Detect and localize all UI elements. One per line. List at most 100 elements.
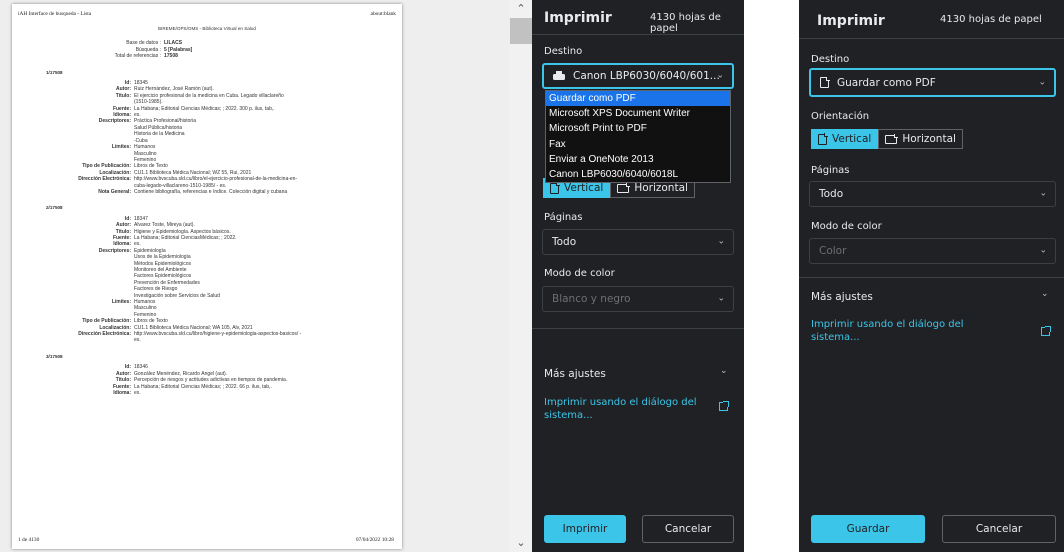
search-meta-row: Total de referencias :17508	[12, 53, 402, 59]
cancel-button[interactable]: Cancelar	[942, 515, 1056, 543]
record-field-value: Humanos Masculino Femenino	[134, 299, 364, 318]
print-panel-printer: Imprimir 4130 hojas de papel Destino Can…	[532, 0, 744, 552]
section-divider	[799, 277, 1064, 278]
sheet-count: 4130 hojas de papel	[650, 12, 721, 34]
pages-label: Páginas	[811, 165, 850, 176]
destination-select[interactable]: Canon LBP6030/6040/601... ⌄	[542, 63, 734, 89]
record-field-key: Título:	[115, 92, 131, 99]
document-icon	[818, 133, 828, 145]
system-dialog-link[interactable]: Imprimir usando el diálogo del sistema..…	[811, 318, 964, 344]
record-field-key: Límites:	[111, 299, 131, 306]
print-preview-area: iAH Interface de busqueda - Lista about:…	[0, 0, 510, 552]
search-meta: Base de datos : LILACS Búsqueda :5 [Palabr…	[12, 40, 402, 59]
destination-option[interactable]: Canon LBP6030/6040/6018L	[546, 167, 730, 182]
page-subtitle: BIREME/OPS/OMS - Biblioteca Virtual en S…	[158, 26, 256, 31]
destination-option[interactable]: Enviar a OneNote 2013	[546, 152, 730, 167]
chevron-down-icon: ⌄	[1039, 188, 1047, 199]
record-number: 1/17508	[46, 69, 63, 75]
destination-value: Guardar como PDF	[837, 76, 936, 89]
system-dialog-link[interactable]: Imprimir usando el diálogo del sistema..…	[544, 396, 697, 422]
destination-value: Canon LBP6030/6040/601...	[573, 70, 720, 82]
chevron-down-icon: ⌄	[717, 293, 725, 304]
open-external-icon[interactable]	[1041, 326, 1051, 336]
chevron-down-icon[interactable]: ⌄	[720, 366, 728, 376]
section-divider	[532, 328, 744, 329]
color-mode-label: Modo de color	[811, 221, 882, 232]
page-footer-date: 07/04/2022 10:28	[355, 537, 394, 543]
destination-option[interactable]: Microsoft XPS Document Writer	[546, 106, 730, 121]
chevron-down-icon[interactable]: ⌄	[1041, 289, 1049, 299]
system-dialog-link-line2: sistema...	[811, 332, 860, 343]
scroll-up-arrow-icon[interactable]: ⌃	[510, 0, 532, 18]
record-field: Nota General: Contiene bibliografía, refe…	[12, 189, 402, 195]
print-dialog-screenshot: iAH Interface de busqueda - Lista about:…	[0, 0, 1064, 552]
orientation-horizontal-button[interactable]: Horizontal	[878, 129, 963, 149]
page-header-title: iAH Interface de busqueda - Lista	[18, 11, 92, 17]
destination-label: Destino	[544, 46, 583, 57]
orientation-toggle: Vertical Horizontal	[811, 129, 963, 149]
record-number: 2/17508	[46, 205, 63, 211]
record-field-value: Práctica Profesional/historia Salud Públi…	[134, 118, 364, 144]
chevron-down-icon: ⌄	[1039, 245, 1047, 256]
scroll-thumb[interactable]	[510, 18, 532, 44]
destination-select[interactable]: Guardar como PDF ⌄	[809, 68, 1056, 97]
panel-title: Imprimir	[544, 10, 612, 26]
panel-title: Imprimir	[817, 13, 885, 29]
record-field-line: Contiene bibliografía, referencias e índ…	[134, 188, 288, 195]
page-footer-count: 1 de 4130	[18, 537, 40, 543]
orientation-horizontal-label: Horizontal	[902, 133, 956, 145]
record-field-value: El ejercicio profesional de la medicina …	[134, 93, 364, 106]
more-settings-toggle[interactable]: Más ajustes	[544, 368, 606, 380]
cancel-button[interactable]: Cancelar	[642, 515, 734, 543]
pages-value: Todo	[819, 188, 844, 200]
color-mode-label: Modo de color	[544, 268, 615, 279]
page-content: BIREME/OPS/OMS - Biblioteca Virtual en S…	[12, 26, 402, 396]
record-field-key: Dirección Electrónica:	[78, 176, 131, 183]
document-landscape-icon	[885, 134, 898, 144]
color-mode-select: Color ⌄	[809, 238, 1056, 264]
record-field-value: Contiene bibliografía, referencias e índ…	[134, 189, 364, 195]
preview-scrollbar[interactable]: ⌃ ⌄	[510, 0, 532, 552]
orientation-label: Orientación	[811, 111, 870, 122]
record-number: 3/17508	[46, 353, 63, 359]
chevron-down-icon: ⌄	[716, 70, 724, 81]
chevron-down-icon: ⌄	[1038, 77, 1046, 87]
pages-select[interactable]: Todo ⌄	[542, 229, 734, 255]
record-field-key: Dirección Electrónica:	[78, 331, 131, 338]
system-dialog-link-line2: sistema...	[544, 410, 593, 421]
record-field: Descriptores: Práctica Profesional/histor…	[12, 118, 402, 144]
record-field-key: Descriptores:	[98, 118, 131, 125]
color-mode-value: Color	[819, 245, 847, 257]
record-field: Límites: Humanos Masculino Femenino	[12, 144, 402, 163]
record-field-key: Nota General:	[98, 188, 131, 195]
record-field-line: es.	[134, 337, 141, 344]
page-header-url: about:blank	[370, 11, 396, 17]
document-landscape-icon	[617, 183, 630, 193]
meta-key: Total de referencias :	[114, 53, 161, 60]
record-field-value: es.	[134, 390, 364, 396]
scroll-down-arrow-icon[interactable]: ⌄	[510, 534, 532, 552]
record-field: Dirección Electrónica: http://www.bvscuba…	[12, 331, 402, 344]
pages-select[interactable]: Todo ⌄	[809, 181, 1056, 207]
destination-dropdown-list: Guardar como PDF Microsoft XPS Document W…	[545, 90, 731, 184]
save-button[interactable]: Guardar	[811, 515, 925, 543]
destination-option[interactable]: Guardar como PDF	[546, 91, 730, 107]
header-divider	[532, 34, 744, 35]
record-field: Dirección Electrónica: http://www.bvscuba…	[12, 176, 402, 189]
pages-value: Todo	[552, 236, 577, 248]
record-field: Descriptores: Epidemiología Usos de la Epi…	[12, 248, 402, 299]
more-settings-toggle[interactable]: Más ajustes	[811, 291, 873, 303]
record-field-line: es.	[134, 389, 141, 396]
orientation-vertical-button[interactable]: Vertical	[811, 129, 879, 149]
chevron-down-icon: ⌄	[717, 236, 725, 247]
record-field-key: Idioma:	[113, 389, 131, 396]
destination-option[interactable]: Fax	[546, 137, 730, 152]
color-mode-select: Blanco y negro ⌄	[542, 286, 734, 312]
destination-option[interactable]: Microsoft Print to PDF	[546, 121, 730, 136]
open-external-icon[interactable]	[719, 401, 729, 411]
print-button[interactable]: Imprimir	[544, 515, 626, 543]
system-dialog-link-line1: Imprimir usando el diálogo del	[544, 397, 697, 408]
record-field: Título: El ejercicio profesional de la me…	[12, 93, 402, 106]
record-field-value: Epidemiología Usos de la Epidemiología Mét…	[134, 248, 364, 299]
printer-icon	[553, 71, 565, 81]
